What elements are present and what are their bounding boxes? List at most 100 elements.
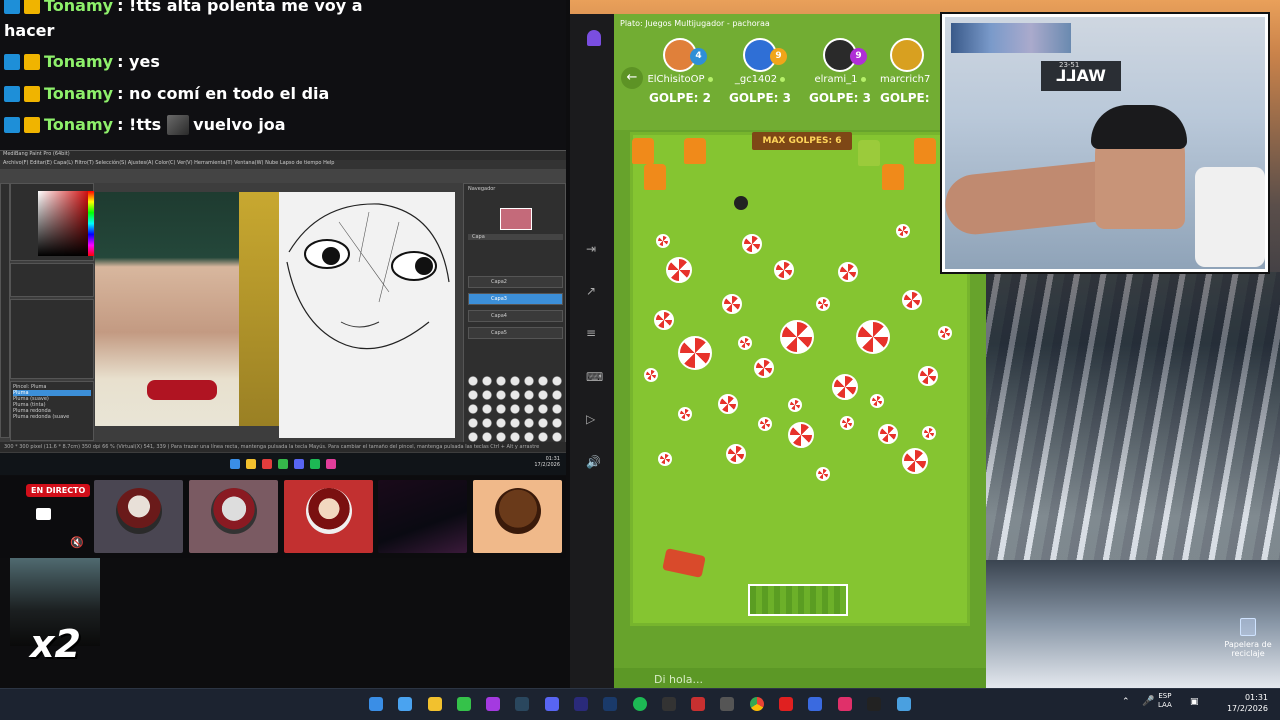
player-card[interactable]: marcrich7 GOLPE: [880,38,942,105]
recycle-bin-label: Papelera de reciclaje [1224,640,1272,658]
navigator-thumbnail[interactable] [500,208,532,230]
app-icon[interactable] [486,697,500,711]
player-level-badge: 9 [770,48,787,65]
candy-obstacle [758,417,772,431]
candy-obstacle [754,358,774,378]
taskbar-clock[interactable]: 01:31 17/2/2026 [1212,692,1268,714]
premiere-icon[interactable] [574,697,588,711]
app-icon[interactable] [662,697,676,711]
chrome-icon[interactable] [750,697,764,711]
candy-obstacle [832,374,858,400]
player-card[interactable]: 9 elrami_1 GOLPE: 3 [800,38,880,105]
notepad-icon[interactable] [398,697,412,711]
brush-list-panel[interactable]: Pincel: Pluma Pluma Pluma (suave) Pluma … [10,381,94,441]
recycle-bin[interactable]: Papelera de reciclaje [1224,618,1272,658]
brush-control-panel[interactable] [10,299,94,379]
paint-titlebar: MediBang Paint Pro (64bit) [0,151,566,160]
player-name: ElChisitoOP [640,74,720,85]
epic-games-icon[interactable] [867,697,881,711]
microphone-icon[interactable]: 🎤 [1142,696,1154,707]
brush-size-panel[interactable] [10,263,94,297]
screen-share-icon[interactable] [36,508,51,520]
windows-start-icon[interactable] [369,697,383,711]
file-explorer-icon[interactable] [428,697,442,711]
player-score: GOLPE: [880,91,930,105]
streamer-webcam: WALL 23-51 [940,12,1270,274]
app-icon[interactable] [720,697,734,711]
spotify-icon[interactable] [633,697,647,711]
candy-obstacle [856,320,890,354]
exit-icon[interactable]: ⇥ [586,242,596,256]
app-icon[interactable] [838,697,852,711]
green-tree [858,140,880,166]
app-icon[interactable] [897,697,911,711]
participant-avatar [306,488,352,534]
activity-side-strip [570,14,614,690]
layer-item[interactable]: Capa4 [468,310,563,322]
drawing-canvas[interactable] [279,192,455,438]
layer-panel-title: Capa [468,234,563,240]
plato-game-window: Plato: Juegos Multijugador - pachoraa ← … [614,14,986,692]
player-score: GOLPE: 3 [728,91,791,105]
discord-icon[interactable] [545,697,559,711]
language-indicator[interactable]: ESP LAA [1158,692,1172,710]
plato-ghost-icon[interactable] [587,30,601,46]
layer-item-selected[interactable]: Capa3 [468,293,563,305]
candy-obstacle [644,368,658,382]
cat-emote-icon [167,115,190,135]
player-card[interactable]: 4 ElChisitoOP GOLPE: 2 [640,38,720,105]
chevron-up-icon[interactable]: ⌃ [1122,697,1130,707]
sketch-drawing [286,203,450,350]
discord-icon [294,459,304,469]
color-picker-square[interactable] [38,191,88,256]
chat-message: Tonamy : !tts alta polenta me voy a [4,0,363,16]
autumn-tree [632,138,654,164]
clock-time: 01:31 [1244,693,1268,702]
online-dot-icon [707,77,713,82]
app-icon[interactable] [457,697,471,711]
participant-tile[interactable] [284,480,373,553]
brush-size-palette[interactable] [466,374,562,444]
vip-crown-badge-icon [24,0,40,14]
app-icon[interactable] [808,697,822,711]
candy-obstacle [654,310,674,330]
vip-crown-badge-icon [24,117,40,133]
participant-tile[interactable] [94,480,183,553]
participant-tile[interactable] [473,480,562,553]
keyboard-layout: LAA [1158,701,1172,709]
app-icon[interactable] [779,697,793,711]
brush-item[interactable]: Pluma redonda (suave [13,414,91,420]
candy-obstacle [678,336,712,370]
candy-obstacle [788,398,802,412]
candy-obstacle [816,297,830,311]
candy-obstacle [918,366,938,386]
expand-icon[interactable]: ↗ [586,284,596,298]
paint-tool-strip[interactable] [0,183,10,438]
valorant-icon[interactable] [691,697,705,711]
paint-toolbar[interactable] [0,169,566,183]
network-icon[interactable]: ▣ [1190,697,1199,707]
participant-tile[interactable] [378,480,467,553]
candy-obstacle [678,407,692,421]
language-code: ESP [1158,692,1172,700]
candy-obstacle [780,320,814,354]
vip-crown-badge-icon [24,54,40,70]
keyboard-icon[interactable]: ⌨ [586,370,603,384]
settings-sliders-icon[interactable]: ≡ [586,326,596,340]
paint-menubar[interactable]: Archivo(F) Editar(E) Capa(L) Filtro(T) S… [0,160,566,169]
candy-obstacle [840,416,854,430]
steam-icon[interactable] [515,697,529,711]
muted-speaker-icon[interactable]: 🔇 [70,536,84,549]
photoshop-icon[interactable] [603,697,617,711]
tag-icon[interactable]: ▷ [586,412,595,426]
chat-username: Tonamy [44,115,114,134]
windows-start-icon [230,459,240,469]
participant-tile[interactable] [189,480,278,553]
layer-item[interactable]: Capa5 [468,327,563,339]
spotify-icon [310,459,320,469]
player-card[interactable]: 9 _gc1402 GOLPE: 3 [720,38,800,105]
moderator-badge-icon [4,54,20,70]
hue-slider[interactable] [88,191,94,256]
volume-icon[interactable]: 🔊 [586,455,601,469]
layer-item[interactable]: Capa2 [468,276,563,288]
